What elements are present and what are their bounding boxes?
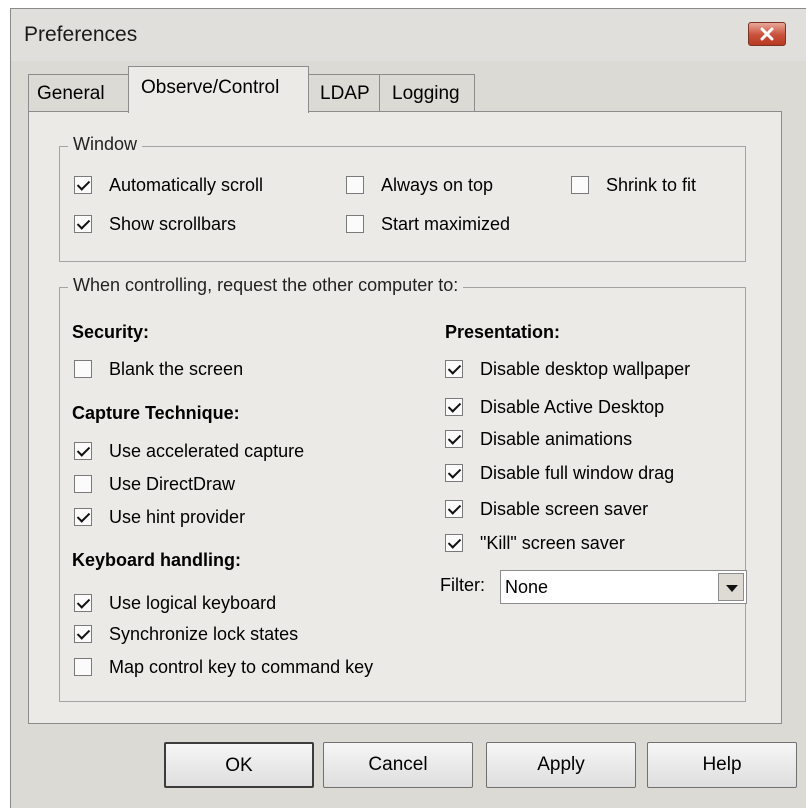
checkbox-box[interactable] — [74, 508, 92, 526]
title-bar[interactable]: Preferences — [11, 9, 806, 61]
controlling-group-legend: When controlling, request the other comp… — [68, 275, 464, 296]
checkbox-box[interactable] — [74, 658, 92, 676]
checkbox-box[interactable] — [445, 398, 463, 416]
security-heading: Security: — [72, 322, 150, 342]
close-button[interactable] — [748, 22, 786, 46]
checkbox-label: Show scrollbars — [109, 213, 237, 234]
dropdown-arrow-icon[interactable] — [718, 573, 744, 601]
close-icon — [760, 27, 774, 41]
checkbox-box[interactable] — [346, 176, 364, 194]
window-groupbox: Window Automatically scroll Always on to… — [59, 134, 746, 262]
checkbox-label: Disable animations — [480, 428, 633, 449]
keyboard-handling-heading: Keyboard handling: — [72, 550, 242, 570]
checkbox-label: Start maximized — [381, 213, 511, 234]
checkbox-box[interactable] — [445, 430, 463, 448]
checkbox-box[interactable] — [74, 625, 92, 643]
checkbox-label: Automatically scroll — [109, 174, 264, 195]
synchronize-lock-states-checkbox[interactable]: Synchronize lock states — [74, 621, 298, 647]
checkbox-label: Use DirectDraw — [109, 473, 236, 494]
checkbox-label: Disable screen saver — [480, 498, 649, 519]
tab-label: General — [37, 83, 105, 104]
checkbox-box[interactable] — [346, 215, 364, 233]
checkbox-label: Always on top — [381, 174, 494, 195]
checkbox-label: Synchronize lock states — [109, 623, 299, 644]
map-control-key-checkbox[interactable]: Map control key to command key — [74, 654, 373, 680]
start-maximized-checkbox[interactable]: Start maximized — [346, 211, 510, 237]
tab-label: LDAP — [320, 83, 370, 104]
help-button[interactable]: Help — [647, 742, 797, 788]
presentation-heading: Presentation: — [445, 322, 561, 342]
checkbox-label: Shrink to fit — [606, 174, 697, 195]
tab-label: Observe/Control — [141, 77, 280, 98]
checkbox-label: Disable full window drag — [480, 462, 675, 483]
tab-logging[interactable]: Logging — [379, 74, 475, 112]
filter-label: Filter: — [440, 575, 485, 595]
observe-control-panel: Window Automatically scroll Always on to… — [28, 111, 782, 724]
checkbox-label: "Kill" screen saver — [480, 532, 625, 553]
kill-screen-saver-checkbox[interactable]: "Kill" screen saver — [445, 530, 625, 556]
ok-button[interactable]: OK — [164, 742, 314, 788]
checkbox-label: Use logical keyboard — [109, 592, 277, 613]
disable-animations-checkbox[interactable]: Disable animations — [445, 426, 632, 452]
checkbox-box[interactable] — [74, 475, 92, 493]
window-group-legend: Window — [68, 134, 143, 155]
tab-observe-control[interactable]: Observe/Control — [128, 66, 309, 113]
use-logical-keyboard-checkbox[interactable]: Use logical keyboard — [74, 590, 276, 616]
checkbox-label: Map control key to command key — [109, 656, 374, 677]
use-accelerated-capture-checkbox[interactable]: Use accelerated capture — [74, 438, 304, 464]
checkbox-box[interactable] — [445, 500, 463, 518]
show-scrollbars-checkbox[interactable]: Show scrollbars — [74, 211, 236, 237]
shrink-to-fit-checkbox[interactable]: Shrink to fit — [571, 172, 696, 198]
checkbox-box[interactable] — [445, 464, 463, 482]
use-hint-provider-checkbox[interactable]: Use hint provider — [74, 504, 245, 530]
checkbox-box[interactable] — [74, 360, 92, 378]
checkbox-label: Use accelerated capture — [109, 440, 305, 461]
checkbox-box[interactable] — [74, 176, 92, 194]
disable-screen-saver-checkbox[interactable]: Disable screen saver — [445, 496, 648, 522]
checkbox-box[interactable] — [74, 594, 92, 612]
disable-desktop-wallpaper-checkbox[interactable]: Disable desktop wallpaper — [445, 356, 690, 382]
checkbox-label: Disable Active Desktop — [480, 396, 665, 417]
tab-ldap[interactable]: LDAP — [308, 74, 380, 112]
filter-value: None — [505, 577, 549, 597]
checkbox-box[interactable] — [74, 442, 92, 460]
checkbox-label: Disable desktop wallpaper — [480, 358, 691, 379]
filter-select[interactable]: None — [500, 570, 747, 604]
apply-button[interactable]: Apply — [486, 742, 636, 788]
checkbox-box[interactable] — [445, 360, 463, 378]
tab-label: Logging — [392, 83, 460, 104]
blank-screen-checkbox[interactable]: Blank the screen — [74, 356, 243, 382]
disable-active-desktop-checkbox[interactable]: Disable Active Desktop — [445, 394, 664, 420]
disable-full-window-drag-checkbox[interactable]: Disable full window drag — [445, 460, 674, 486]
checkbox-box[interactable] — [571, 176, 589, 194]
checkbox-label: Use hint provider — [109, 506, 246, 527]
automatically-scroll-checkbox[interactable]: Automatically scroll — [74, 172, 263, 198]
use-directdraw-checkbox[interactable]: Use DirectDraw — [74, 471, 235, 497]
checkbox-label: Blank the screen — [109, 358, 244, 379]
controlling-groupbox: When controlling, request the other comp… — [59, 275, 746, 702]
window-title: Preferences — [24, 23, 138, 46]
capture-technique-heading: Capture Technique: — [72, 403, 240, 423]
checkbox-box[interactable] — [445, 534, 463, 552]
tab-general[interactable]: General — [28, 74, 130, 112]
checkbox-box[interactable] — [74, 215, 92, 233]
always-on-top-checkbox[interactable]: Always on top — [346, 172, 493, 198]
cancel-button[interactable]: Cancel — [323, 742, 473, 788]
